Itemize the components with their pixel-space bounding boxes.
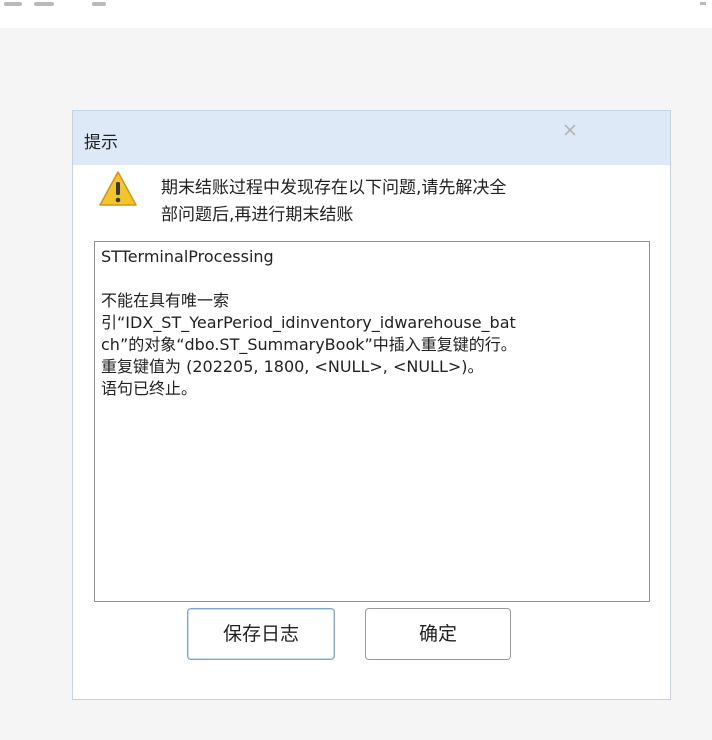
message-line: 部问题后,再进行期末结账	[161, 205, 354, 225]
alert-dialog: 提示 期末结账过程中发现存在以下问题,请先解决全 部问题后,再进行期末结账 ST…	[72, 110, 671, 700]
details-line: STTerminalProcessing	[101, 247, 274, 266]
details-line: 引“IDX_ST_YearPeriod_idinventory_idwareho…	[101, 313, 516, 332]
blurred-text	[34, 2, 54, 6]
dialog-title: 提示	[84, 133, 118, 153]
minimize-mark	[700, 2, 706, 5]
dialog-message: 期末结账过程中发现存在以下问题,请先解决全 部问题后,再进行期末结账	[161, 175, 641, 229]
error-details-textbox[interactable]: STTerminalProcessing 不能在具有唯一索引“IDX_ST_Yea…	[94, 241, 650, 602]
details-line: ch”的对象“dbo.ST_SummaryBook”中插入重复键的行。	[101, 335, 517, 354]
close-button[interactable]	[555, 115, 585, 145]
dialog-header: 提示	[73, 111, 670, 165]
blurred-text	[4, 2, 22, 6]
background-window-strip	[0, 0, 712, 29]
details-line	[101, 268, 643, 290]
close-icon	[564, 124, 576, 136]
message-line: 期末结账过程中发现存在以下问题,请先解决全	[161, 178, 507, 198]
ok-button[interactable]: 确定	[365, 608, 511, 660]
details-line: 重复键值为 (202205, 1800, <NULL>, <NULL>)。	[101, 357, 484, 376]
save-log-button[interactable]: 保存日志	[187, 608, 335, 660]
details-line: 不能在具有唯一索	[101, 291, 230, 310]
blurred-text	[92, 2, 106, 6]
warning-icon	[99, 171, 137, 206]
details-line: 语句已终止。	[101, 379, 198, 398]
